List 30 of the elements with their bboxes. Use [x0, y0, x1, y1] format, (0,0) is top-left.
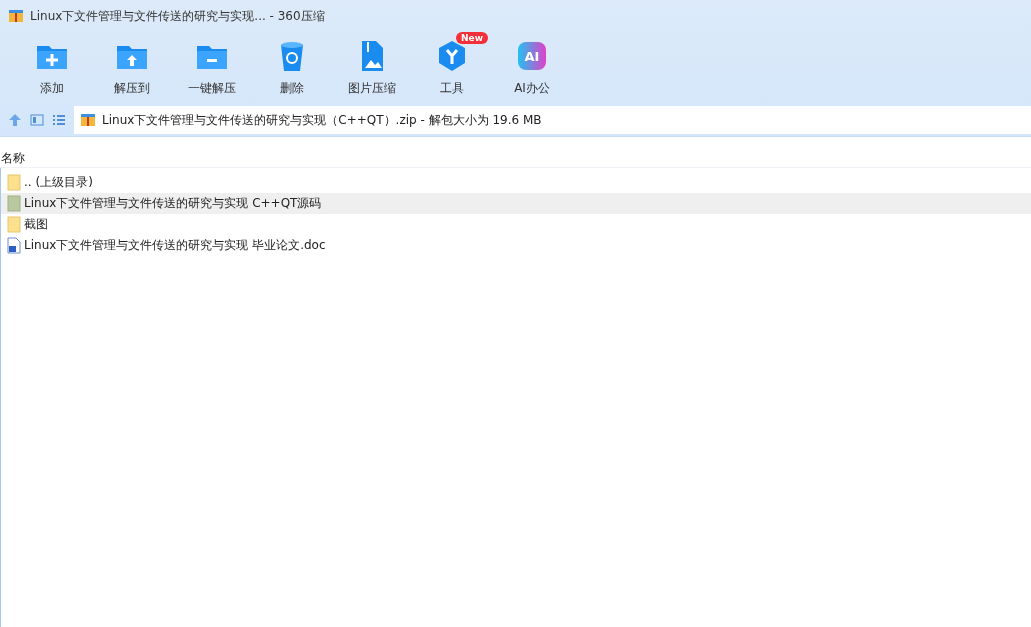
toolbar-button[interactable]: 一键解压: [172, 32, 252, 104]
folder-icon: [7, 174, 21, 191]
toolbar-button[interactable]: 解压到: [92, 32, 172, 104]
file-name: Linux下文件管理与文件传送的研究与实现 毕业论文.doc: [24, 237, 326, 254]
toolbar-button[interactable]: 添加: [12, 32, 92, 104]
file-row[interactable]: Linux下文件管理与文件传送的研究与实现 毕业论文.doc: [1, 235, 1031, 256]
archive-icon: [80, 112, 96, 128]
list-view-icon[interactable]: [52, 113, 66, 127]
window-title: Linux下文件管理与文件传送的研究与实现... - 360压缩: [30, 7, 325, 25]
file-name: Linux下文件管理与文件传送的研究与实现 C++QT源码: [24, 195, 322, 212]
file-row[interactable]: .. (上级目录): [1, 172, 1031, 193]
archive-path: Linux下文件管理与文件传送的研究与实现（C++QT）.zip - 解包大小为 19.6 MB: [102, 111, 542, 129]
address-field[interactable]: Linux下文件管理与文件传送的研究与实现（C++QT）.zip - 解包大小为 19.6 MB: [74, 106, 1031, 134]
word-document-icon: [7, 237, 21, 254]
ai-logo-text: AI: [524, 49, 540, 64]
file-row[interactable]: 截图: [1, 214, 1031, 235]
file-row[interactable]: Linux下文件管理与文件传送的研究与实现 C++QT源码: [1, 193, 1031, 214]
file-name: 截图: [24, 216, 48, 233]
thumbnail-view-icon[interactable]: [30, 113, 44, 127]
up-arrow-icon[interactable]: [8, 113, 22, 127]
archive-icon: [8, 8, 24, 24]
toolbar-button[interactable]: 删除: [252, 32, 332, 104]
toolbar-button[interactable]: AI AI办公: [492, 32, 572, 104]
new-badge: New: [456, 32, 488, 44]
column-header[interactable]: 名称: [1, 150, 25, 167]
toolbar-button[interactable]: New 工具: [412, 32, 492, 104]
folder-icon: [7, 216, 21, 233]
toolbar-button[interactable]: 图片压缩: [332, 32, 412, 104]
folder-icon: [7, 195, 21, 212]
file-name: .. (上级目录): [24, 174, 93, 191]
